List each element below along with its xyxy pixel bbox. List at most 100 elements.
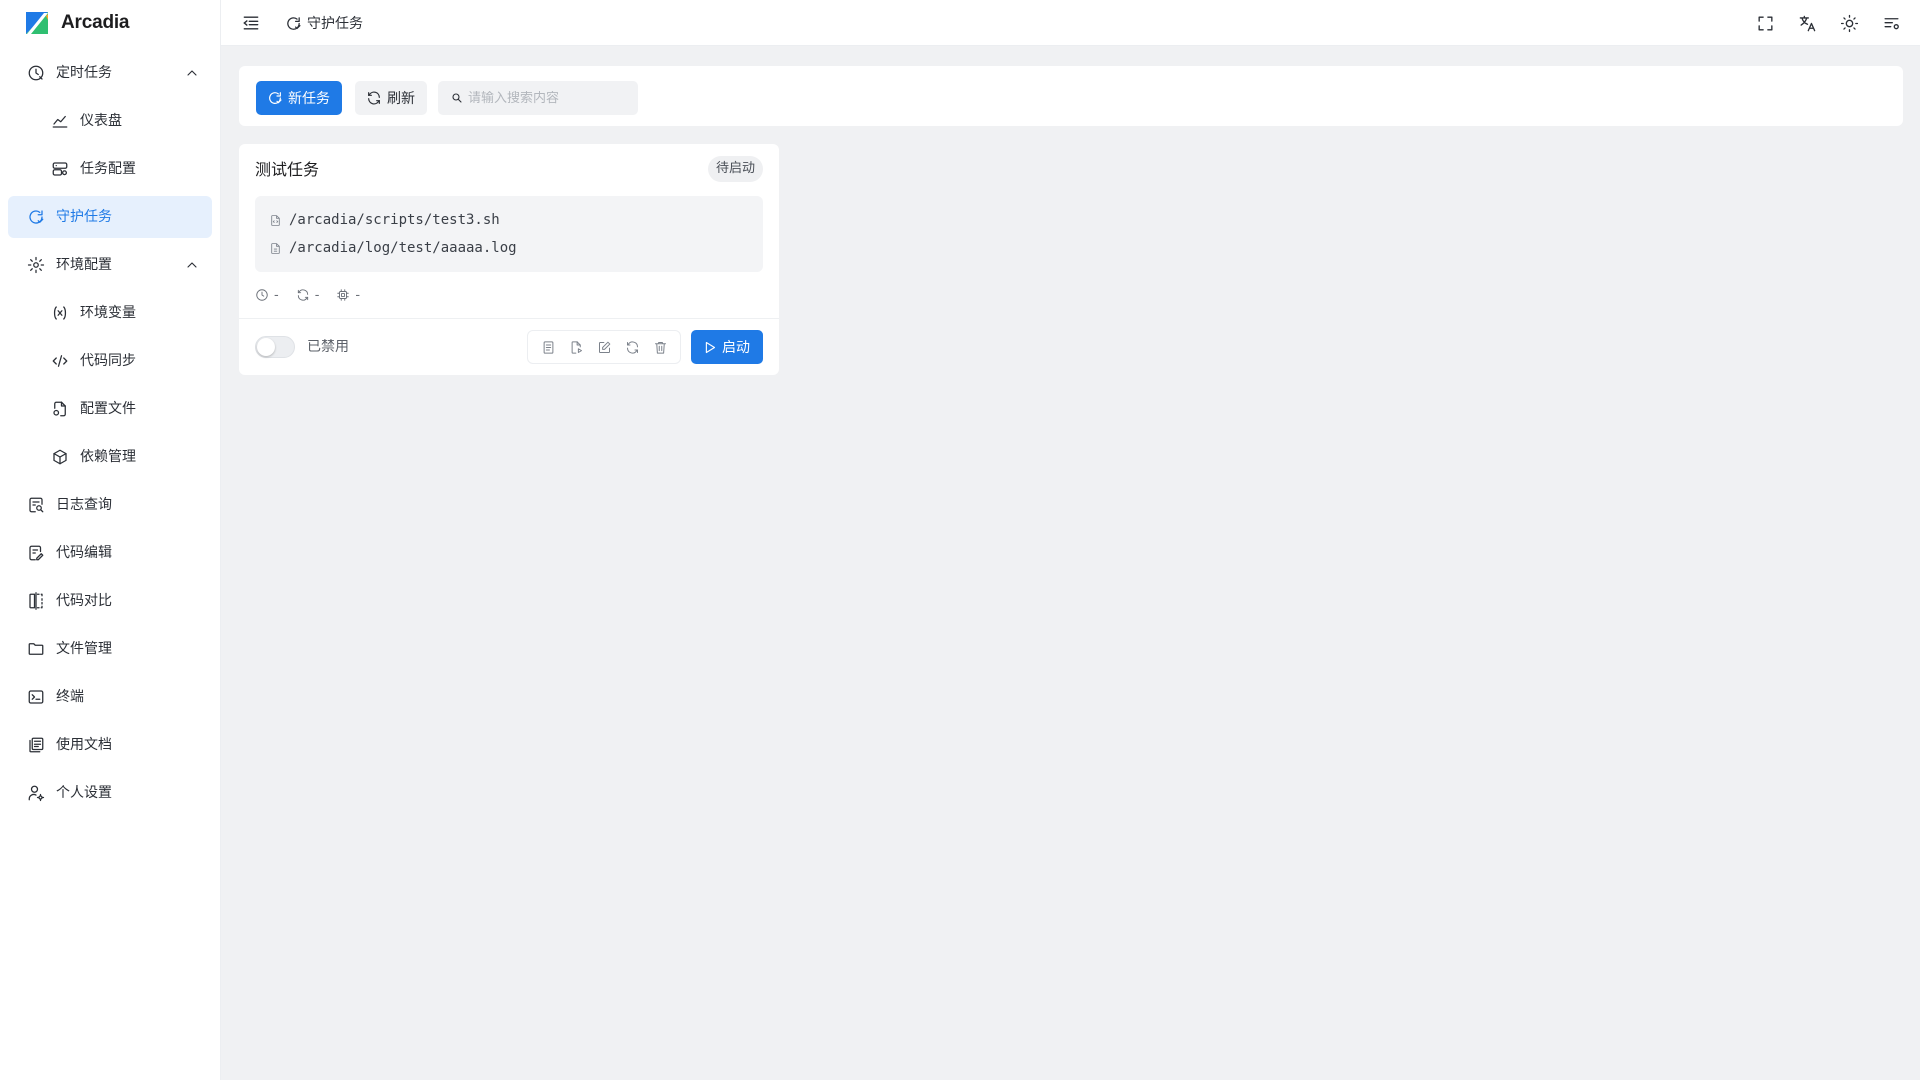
sidebar-item-label: 环境变量 [80, 305, 136, 321]
view-log-button[interactable] [537, 336, 559, 358]
sidebar-item-config-files[interactable]: 配置文件 [8, 388, 212, 430]
sidebar-item-label: 环境配置 [56, 257, 112, 273]
sidebar-item-label: 依赖管理 [80, 449, 136, 465]
file-run-icon [571, 340, 582, 354]
task-card: 测试任务 待启动 /arcadia/scripts/test3.sh /arca… [239, 144, 779, 375]
script-path-row: /arcadia/scripts/test3.sh [269, 210, 500, 230]
run-file-button[interactable] [565, 336, 587, 358]
toolbar: 新任务 刷新 [239, 66, 1903, 126]
package-icon [51, 448, 69, 466]
sidebar-item-label: 代码编辑 [56, 545, 112, 561]
file-config-icon [51, 400, 69, 418]
task-paths: /arcadia/scripts/test3.sh /arcadia/log/t… [255, 196, 763, 272]
play-icon [705, 341, 716, 353]
chart-line-icon [51, 112, 69, 130]
task-meta: - - - [255, 286, 377, 304]
chevron-up-icon [187, 70, 197, 76]
search-icon [452, 93, 462, 103]
enable-toggle[interactable] [255, 336, 295, 358]
sidebar-item-scheduled-tasks[interactable]: 定时任务 [8, 52, 212, 94]
file-text-icon [271, 242, 280, 254]
edit-button[interactable] [593, 336, 615, 358]
toggle-label: 已禁用 [307, 339, 349, 355]
top-header: 守护任务 [221, 0, 1920, 46]
sidebar-item-docs[interactable]: 使用文档 [8, 724, 212, 766]
variable-icon [51, 304, 69, 322]
sidebar-item-label: 任务配置 [80, 161, 136, 177]
start-button[interactable]: 启动 [691, 330, 763, 364]
sidebar-item-label: 代码同步 [80, 353, 136, 369]
chevron-up-icon [187, 262, 197, 268]
log-path-row: /arcadia/log/test/aaaaa.log [269, 238, 517, 258]
sidebar-item-env-variables[interactable]: 环境变量 [8, 292, 212, 334]
sidebar-item-log-query[interactable]: 日志查询 [8, 484, 212, 526]
sidebar-item-dependencies[interactable]: 依赖管理 [8, 436, 212, 478]
meta-cpu: - [336, 288, 360, 303]
sidebar: Arcadia 定时任务 仪表盘 任务配置 守护任务 环境配置 环境变量 代码同… [0, 0, 221, 1080]
restart-button[interactable] [621, 336, 643, 358]
script-path: /arcadia/scripts/test3.sh [289, 212, 500, 228]
sidebar-item-label: 文件管理 [56, 641, 112, 657]
sidebar-item-user-settings[interactable]: 个人设置 [8, 772, 212, 814]
meta-restarts: - [296, 288, 319, 303]
daemon-refresh-icon [287, 16, 301, 30]
sidebar-item-code-sync[interactable]: 代码同步 [8, 340, 212, 382]
diff-icon [27, 592, 45, 610]
code-edit-icon [27, 544, 45, 562]
refresh-label: 刷新 [387, 91, 415, 107]
sidebar-item-code-diff[interactable]: 代码对比 [8, 580, 212, 622]
refresh-button[interactable]: 刷新 [355, 81, 427, 115]
menu-collapse-icon[interactable] [241, 13, 261, 33]
sidebar-item-dashboard[interactable]: 仪表盘 [8, 100, 212, 142]
folder-icon [27, 640, 45, 658]
sidebar-item-code-edit[interactable]: 代码编辑 [8, 532, 212, 574]
app-logo[interactable]: Arcadia [24, 10, 130, 36]
start-label: 启动 [722, 340, 750, 356]
sidebar-item-daemon-tasks[interactable]: 守护任务 [8, 196, 212, 238]
breadcrumb-current: 守护任务 [307, 16, 363, 32]
arcadia-logo-icon [26, 12, 48, 34]
theme-sun-icon[interactable] [1838, 12, 1860, 34]
sidebar-item-label: 配置文件 [80, 401, 136, 417]
user-settings-icon [27, 784, 45, 802]
trash-icon [654, 341, 666, 354]
sidebar-item-label: 代码对比 [56, 593, 112, 609]
search-input[interactable] [468, 90, 628, 106]
delete-button[interactable] [649, 336, 671, 358]
refresh-icon [297, 289, 308, 301]
breadcrumb: 守护任务 [285, 13, 363, 33]
clock-schedule-icon [27, 64, 45, 82]
task-title: 测试任务 [255, 160, 320, 179]
layout-settings-icon[interactable] [1880, 12, 1902, 34]
code-sync-icon [51, 352, 69, 370]
sidebar-item-env-config[interactable]: 环境配置 [8, 244, 212, 286]
toggle-knob [257, 338, 275, 356]
new-task-button[interactable]: 新任务 [256, 81, 342, 115]
daemon-refresh-icon [27, 208, 45, 226]
sidebar-item-label: 使用文档 [56, 737, 112, 753]
daemon-refresh-icon [269, 92, 282, 104]
refresh-icon [368, 91, 380, 105]
clock-icon [256, 289, 268, 301]
meta-time: - [255, 288, 279, 303]
docs-icon [27, 736, 45, 754]
sidebar-item-label: 个人设置 [56, 785, 112, 801]
new-task-label: 新任务 [288, 91, 330, 107]
sidebar-item-file-manager[interactable]: 文件管理 [8, 628, 212, 670]
app-name: Arcadia [61, 12, 130, 33]
sidebar-item-terminal[interactable]: 终端 [8, 676, 212, 718]
search-field[interactable] [438, 81, 638, 115]
cpu-icon [337, 289, 350, 301]
file-code-icon [271, 214, 280, 226]
translate-icon[interactable] [1796, 12, 1818, 34]
sidebar-item-task-config[interactable]: 任务配置 [8, 148, 212, 190]
log-path: /arcadia/log/test/aaaaa.log [289, 240, 517, 256]
log-search-icon [27, 496, 45, 514]
sidebar-item-label: 仪表盘 [80, 113, 122, 129]
card-divider [239, 318, 779, 319]
fullscreen-icon[interactable] [1754, 12, 1776, 34]
status-badge: 待启动 [707, 156, 763, 182]
task-actions [527, 330, 681, 364]
sidebar-item-label: 日志查询 [56, 497, 112, 513]
sidebar-item-label: 定时任务 [56, 65, 112, 81]
